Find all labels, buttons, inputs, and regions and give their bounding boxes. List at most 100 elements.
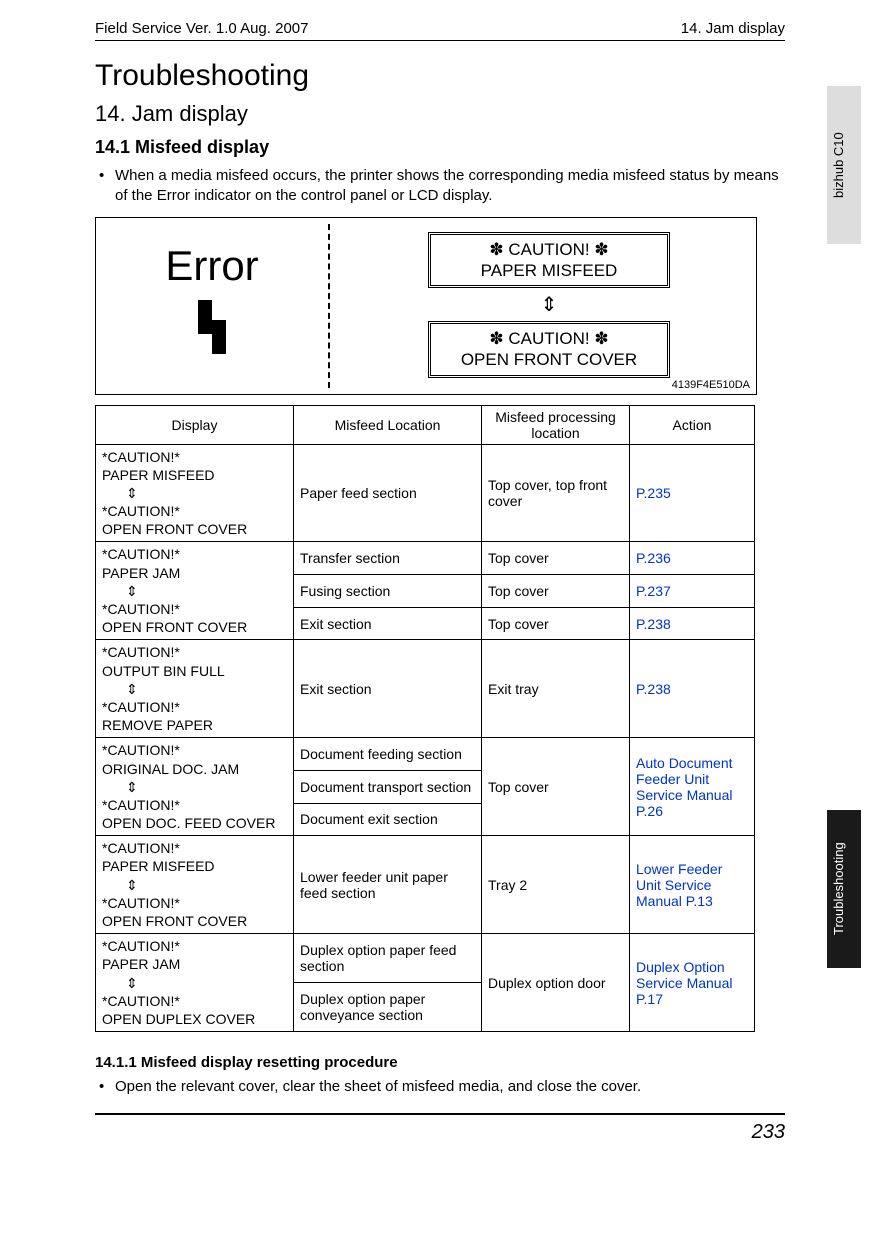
display-cell: *CAUTION!*PAPER MISFEED⇕*CAUTION!*OPEN F… — [96, 836, 294, 934]
reset-paragraph: Open the relevant cover, clear the sheet… — [95, 1077, 785, 1097]
action-cell-link[interactable]: Duplex Option Service Manual P.17 — [636, 959, 733, 1007]
diagram-id: 4139F4E510DA — [672, 379, 750, 391]
misfeed-table: Display Misfeed Location Misfeed process… — [95, 405, 755, 1033]
table-row: *CAUTION!*ORIGINAL DOC. JAM⇕*CAUTION!*OP… — [96, 738, 755, 771]
th-location: Misfeed Location — [294, 405, 482, 444]
header-left: Field Service Ver. 1.0 Aug. 2007 — [95, 20, 308, 37]
location-cell: Transfer section — [294, 542, 482, 575]
location-cell: Duplex option paper feed section — [294, 934, 482, 983]
display-line: *CAUTION!* — [102, 600, 287, 618]
location-cell: Fusing section — [294, 575, 482, 608]
display-line: *CAUTION!* — [102, 502, 287, 520]
location-cell: Exit section — [294, 640, 482, 738]
action-cell-link[interactable]: P.238 — [636, 616, 671, 632]
display-line: OPEN FRONT COVER — [102, 912, 287, 930]
action-cell: P.237 — [630, 575, 755, 608]
action-cell-link[interactable]: Lower Feeder Unit Service Manual P.13 — [636, 861, 722, 909]
subsection-title: 14.1 Misfeed display — [95, 137, 785, 158]
display-line: OPEN FRONT COVER — [102, 520, 287, 538]
display-line: *CAUTION!* — [102, 643, 287, 661]
display-cell: *CAUTION!*PAPER JAM⇕*CAUTION!*OPEN DUPLE… — [96, 934, 294, 1032]
display-cell: *CAUTION!*PAPER MISFEED⇕*CAUTION!*OPEN F… — [96, 444, 294, 542]
error-diagram: Error ✽ CAUTION! ✽ PAPER MISFEED ⇕ ✽ CAU… — [95, 217, 757, 395]
footer-rule — [95, 1113, 785, 1115]
display-line: OPEN DUPLEX COVER — [102, 1010, 287, 1028]
display-line: PAPER JAM — [102, 564, 287, 582]
action-cell-link[interactable]: P.238 — [636, 681, 671, 697]
action-cell-link[interactable]: P.235 — [636, 485, 671, 501]
display-cell: *CAUTION!*OUTPUT BIN FULL⇕*CAUTION!*REMO… — [96, 640, 294, 738]
display-line: *CAUTION!* — [102, 741, 287, 759]
location-cell: Lower feeder unit paper feed section — [294, 836, 482, 934]
action-cell-link[interactable]: P.236 — [636, 550, 671, 566]
processing-cell: Top cover — [482, 738, 630, 836]
swap-arrow-icon: ⇕ — [102, 876, 287, 894]
display-line: PAPER MISFEED — [102, 857, 287, 875]
location-cell: Exit section — [294, 607, 482, 640]
lcd1-line1: ✽ CAUTION! ✽ — [439, 239, 659, 260]
action-cell: P.235 — [630, 444, 755, 542]
swap-arrow-icon: ⇕ — [102, 582, 287, 600]
lcd-message-2: ✽ CAUTION! ✽ OPEN FRONT COVER — [428, 321, 670, 378]
display-cell: *CAUTION!*PAPER JAM⇕*CAUTION!*OPEN FRONT… — [96, 542, 294, 640]
display-line: REMOVE PAPER — [102, 716, 287, 734]
display-line: *CAUTION!* — [102, 448, 287, 466]
chapter-title: 14. Jam display — [95, 101, 785, 127]
page-number: 233 — [95, 1121, 785, 1144]
display-line: *CAUTION!* — [102, 796, 287, 814]
updown-arrow-icon: ⇕ — [428, 292, 670, 317]
display-line: *CAUTION!* — [102, 894, 287, 912]
table-row: *CAUTION!*PAPER JAM⇕*CAUTION!*OPEN DUPLE… — [96, 934, 755, 983]
subsubsection-title: 14.1.1 Misfeed display resetting procedu… — [95, 1054, 785, 1071]
display-cell: *CAUTION!*ORIGINAL DOC. JAM⇕*CAUTION!*OP… — [96, 738, 294, 836]
location-cell: Document transport section — [294, 770, 482, 803]
processing-cell: Duplex option door — [482, 934, 630, 1032]
display-line: PAPER MISFEED — [102, 466, 287, 484]
location-cell: Document feeding section — [294, 738, 482, 771]
display-line: *CAUTION!* — [102, 839, 287, 857]
error-label: Error — [96, 242, 328, 290]
display-line: OPEN FRONT COVER — [102, 618, 287, 636]
diagram-divider — [328, 224, 330, 388]
th-action: Action — [630, 405, 755, 444]
swap-arrow-icon: ⇕ — [102, 778, 287, 796]
table-row: *CAUTION!*PAPER JAM⇕*CAUTION!*OPEN FRONT… — [96, 542, 755, 575]
display-line: PAPER JAM — [102, 955, 287, 973]
table-row: *CAUTION!*OUTPUT BIN FULL⇕*CAUTION!*REMO… — [96, 640, 755, 738]
swap-arrow-icon: ⇕ — [102, 484, 287, 502]
header-right: 14. Jam display — [681, 20, 785, 37]
processing-cell: Top cover — [482, 542, 630, 575]
display-line: *CAUTION!* — [102, 937, 287, 955]
lcd-message-1: ✽ CAUTION! ✽ PAPER MISFEED — [428, 232, 670, 289]
swap-arrow-icon: ⇕ — [102, 680, 287, 698]
display-line: OPEN DOC. FEED COVER — [102, 814, 287, 832]
location-cell: Duplex option paper conveyance section — [294, 983, 482, 1032]
processing-cell: Top cover, top front cover — [482, 444, 630, 542]
location-cell: Paper feed section — [294, 444, 482, 542]
table-row: *CAUTION!*PAPER MISFEED⇕*CAUTION!*OPEN F… — [96, 836, 755, 934]
display-line: *CAUTION!* — [102, 992, 287, 1010]
processing-cell: Exit tray — [482, 640, 630, 738]
th-processing: Misfeed processing location — [482, 405, 630, 444]
table-row: *CAUTION!*PAPER MISFEED⇕*CAUTION!*OPEN F… — [96, 444, 755, 542]
table-header-row: Display Misfeed Location Misfeed process… — [96, 405, 755, 444]
display-line: ORIGINAL DOC. JAM — [102, 760, 287, 778]
location-cell: Document exit section — [294, 803, 482, 836]
th-display: Display — [96, 405, 294, 444]
lcd2-line1: ✽ CAUTION! ✽ — [439, 328, 659, 349]
side-tab-model: bizhub C10 — [827, 86, 861, 244]
action-cell-link[interactable]: Auto Document Feeder Unit Service Manual… — [636, 755, 733, 819]
processing-cell: Top cover — [482, 607, 630, 640]
processing-cell: Tray 2 — [482, 836, 630, 934]
action-cell: Lower Feeder Unit Service Manual P.13 — [630, 836, 755, 934]
swap-arrow-icon: ⇕ — [102, 974, 287, 992]
display-line: *CAUTION!* — [102, 545, 287, 563]
action-cell-link[interactable]: P.237 — [636, 583, 671, 599]
action-cell: Auto Document Feeder Unit Service Manual… — [630, 738, 755, 836]
page-header: Field Service Ver. 1.0 Aug. 2007 14. Jam… — [95, 20, 785, 41]
intro-paragraph: When a media misfeed occurs, the printer… — [95, 166, 785, 207]
action-cell: P.238 — [630, 607, 755, 640]
side-tab-section: Troubleshooting — [827, 810, 861, 968]
action-cell: Duplex Option Service Manual P.17 — [630, 934, 755, 1032]
lcd2-line2: OPEN FRONT COVER — [439, 349, 659, 370]
